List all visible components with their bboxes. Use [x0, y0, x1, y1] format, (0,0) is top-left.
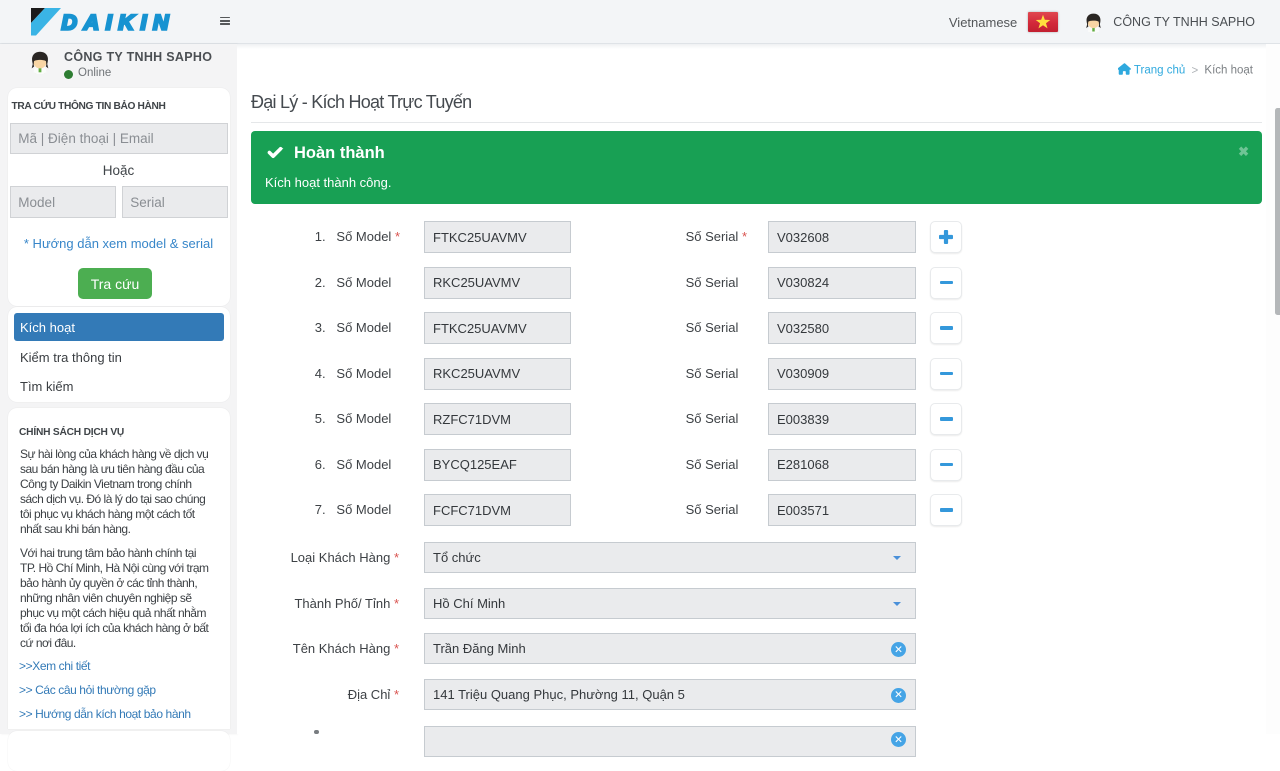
svg-text:DAIKIN: DAIKIN	[62, 11, 176, 35]
